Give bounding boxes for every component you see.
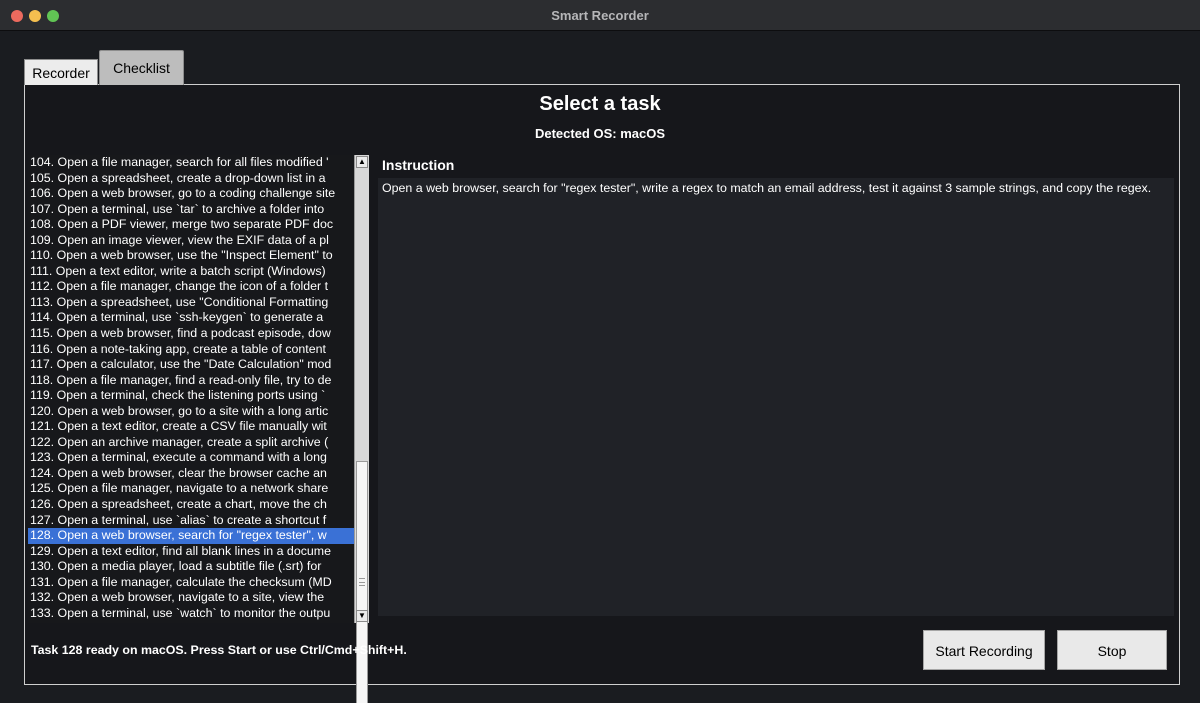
task-list-item[interactable]: 123. Open a terminal, execute a command …: [28, 450, 354, 466]
page-title: Select a task: [539, 93, 661, 115]
task-list-item[interactable]: 121. Open a text editor, create a CSV fi…: [28, 419, 354, 435]
task-list-item[interactable]: 126. Open a spreadsheet, create a chart,…: [28, 497, 354, 513]
task-list-item[interactable]: 127. Open a terminal, use `alias` to cre…: [28, 513, 354, 529]
task-list-item[interactable]: 120. Open a web browser, go to a site wi…: [28, 404, 354, 420]
task-list-item[interactable]: 106. Open a web browser, go to a coding …: [28, 186, 354, 202]
task-list-item[interactable]: 124. Open a web browser, clear the brows…: [28, 466, 354, 482]
task-list-item[interactable]: 107. Open a terminal, use `tar` to archi…: [28, 202, 354, 218]
scrollbar-thumb[interactable]: [356, 461, 368, 703]
task-list-item[interactable]: 109. Open an image viewer, view the EXIF…: [28, 233, 354, 249]
task-list-item[interactable]: 130. Open a media player, load a subtitl…: [28, 559, 354, 575]
task-list-item[interactable]: 118. Open a file manager, find a read-on…: [28, 373, 354, 389]
task-list-item[interactable]: 129. Open a text editor, find all blank …: [28, 544, 354, 560]
window-title: Smart Recorder: [551, 8, 649, 23]
tab-checklist[interactable]: Checklist: [99, 50, 184, 85]
task-list[interactable]: 104. Open a file manager, search for all…: [28, 155, 354, 623]
task-list-item[interactable]: 115. Open a web browser, find a podcast …: [28, 326, 354, 342]
task-list-item[interactable]: 116. Open a note-taking app, create a ta…: [28, 342, 354, 358]
status-text: Task 128 ready on macOS. Press Start or …: [31, 643, 407, 657]
task-list-item[interactable]: 122. Open an archive manager, create a s…: [28, 435, 354, 451]
task-list-item[interactable]: 110. Open a web browser, use the "Inspec…: [28, 248, 354, 264]
instruction-label: Instruction: [382, 157, 455, 173]
task-list-item[interactable]: 111. Open a text editor, write a batch s…: [28, 264, 354, 280]
task-list-item[interactable]: 117. Open a calculator, use the "Date Ca…: [28, 357, 354, 373]
task-list-item[interactable]: 131. Open a file manager, calculate the …: [28, 575, 354, 591]
task-list-item[interactable]: 105. Open a spreadsheet, create a drop-d…: [28, 171, 354, 187]
scroll-down-arrow-icon[interactable]: ▼: [356, 610, 368, 622]
task-list-item[interactable]: 133. Open a terminal, use `watch` to mon…: [28, 606, 354, 622]
title-bar: Smart Recorder: [0, 0, 1200, 31]
task-list-item[interactable]: 108. Open a PDF viewer, merge two separa…: [28, 217, 354, 233]
task-list-item[interactable]: 104. Open a file manager, search for all…: [28, 155, 354, 171]
task-list-scrollbar[interactable]: ▲ ▼: [354, 155, 369, 703]
task-list-item[interactable]: 113. Open a spreadsheet, use "Conditiona…: [28, 295, 354, 311]
start-recording-button[interactable]: Start Recording: [923, 630, 1045, 670]
grip-icon: [359, 578, 365, 586]
task-list-item[interactable]: 112. Open a file manager, change the ico…: [28, 279, 354, 295]
instruction-text: Open a web browser, search for "regex te…: [378, 178, 1174, 616]
task-list-item[interactable]: 119. Open a terminal, check the listenin…: [28, 388, 354, 404]
task-list-item[interactable]: 125. Open a file manager, navigate to a …: [28, 481, 354, 497]
tab-recorder[interactable]: Recorder: [24, 59, 98, 85]
task-list-item[interactable]: 132. Open a web browser, navigate to a s…: [28, 590, 354, 606]
detected-os-label: Detected OS: macOS: [534, 126, 666, 141]
stop-button[interactable]: Stop: [1057, 630, 1167, 670]
scroll-up-arrow-icon[interactable]: ▲: [356, 156, 368, 168]
task-list-item[interactable]: 114. Open a terminal, use `ssh-keygen` t…: [28, 310, 354, 326]
task-list-item[interactable]: 128. Open a web browser, search for "reg…: [28, 528, 354, 544]
